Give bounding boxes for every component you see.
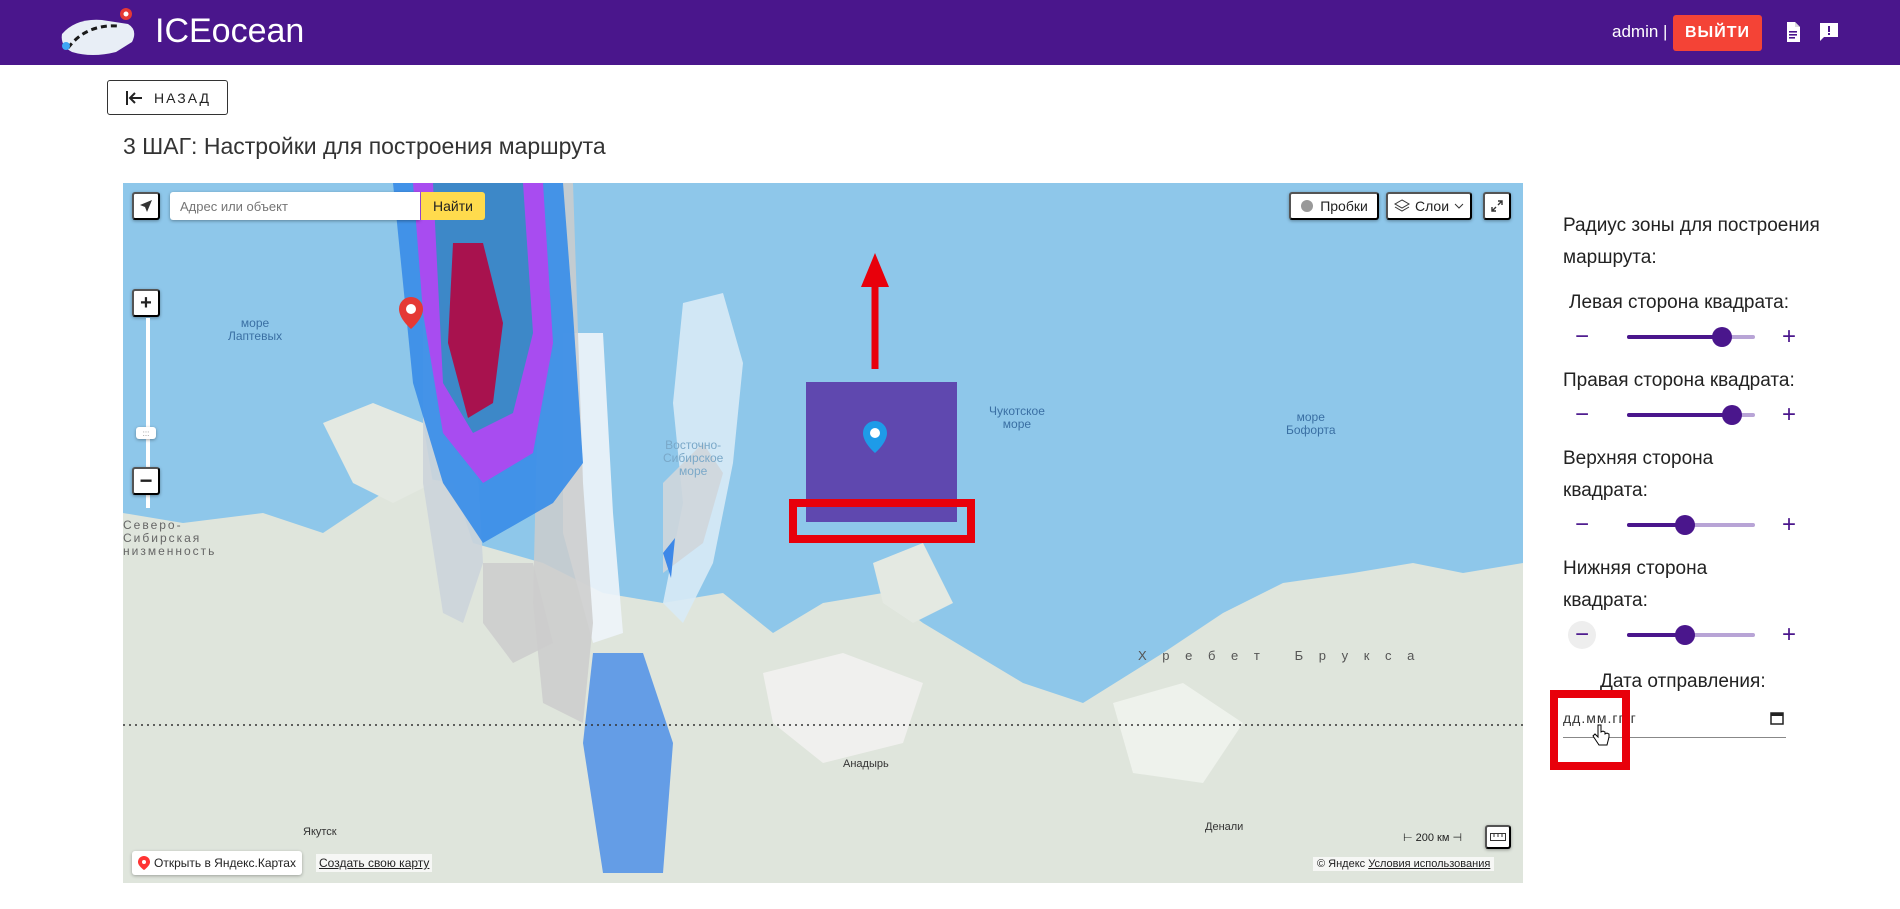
arrow-back-icon	[126, 90, 142, 105]
label-east-siberian-sea: Восточно- Сибирское море	[663, 438, 724, 478]
back-button[interactable]: НАЗАД	[107, 80, 228, 115]
slider-thumb[interactable]	[1721, 405, 1742, 425]
label-brooks-range: Х р е б е т Б р у к с а	[1138, 648, 1421, 663]
scale-label: 200 км	[1415, 832, 1450, 844]
page-title: 3 ШАГ: Настройки для построения маршрута	[123, 133, 606, 159]
document-icon[interactable]	[1781, 20, 1805, 44]
brand-title: ICEocean	[155, 12, 305, 50]
location-arrow-icon	[140, 200, 152, 212]
left-minus-button[interactable]: −	[1568, 323, 1596, 351]
map-search-input[interactable]	[170, 192, 420, 220]
map-scale: ⊢ 200 км ⊣	[1403, 832, 1463, 844]
label-chukchi-sea: Чукотское море	[989, 404, 1045, 431]
slider-label-right: Правая сторона квадрата:	[1563, 370, 1795, 391]
slider-right: − +	[1563, 397, 1873, 433]
left-plus-button[interactable]: +	[1775, 323, 1803, 351]
zoom-in-button[interactable]: +	[132, 289, 160, 317]
slider-label-bottom: Нижняя сторона квадрата:	[1563, 558, 1708, 611]
fullscreen-button[interactable]	[1483, 192, 1511, 220]
slider-thumb[interactable]	[1711, 327, 1732, 347]
logout-button[interactable]: ВЫЙТИ	[1673, 15, 1762, 51]
date-label: Дата отправления:	[1600, 671, 1766, 692]
label-north-siberian-lowland: Северо- Сибирская низменность	[123, 518, 217, 558]
route-settings-panel: Радиус зоны для построения маршрута: Лев…	[1563, 210, 1873, 738]
slider-label-left: Левая сторона квадрата:	[1569, 292, 1789, 313]
logo-icon[interactable]	[56, 4, 144, 62]
chevron-down-icon	[1454, 203, 1464, 209]
slider-left: − +	[1563, 319, 1873, 355]
label-anadyr: Анадырь	[843, 758, 889, 770]
slider-thumb[interactable]	[1674, 515, 1695, 535]
traffic-label: Пробки	[1320, 198, 1368, 214]
panel-title: Радиус зоны для построения маршрута:	[1563, 215, 1820, 268]
highlight-box	[789, 499, 975, 543]
label-denali: Денали	[1205, 821, 1244, 833]
create-map-link[interactable]: Создать свою карту	[316, 854, 433, 872]
back-label: НАЗАД	[154, 89, 212, 106]
slider-label-top: Верхняя сторона квадрата:	[1563, 448, 1714, 501]
top-minus-button[interactable]: −	[1568, 511, 1596, 539]
zoom-out-button[interactable]: −	[132, 467, 160, 495]
layers-icon	[1393, 199, 1410, 212]
bottom-plus-button[interactable]: +	[1775, 621, 1803, 649]
map-find-button[interactable]: Найти	[421, 192, 485, 220]
slider-thumb[interactable]	[1674, 625, 1695, 645]
label-beaufort-sea: море Бофорта	[1286, 410, 1336, 437]
bottom-minus-button[interactable]: −	[1568, 621, 1596, 649]
layers-label: Слои	[1414, 198, 1450, 214]
map-pin-icon	[138, 856, 150, 870]
highlight-box	[1550, 690, 1630, 770]
traffic-light-icon	[1301, 200, 1314, 212]
copyright-label: © Яндекс	[1317, 858, 1366, 870]
open-in-yandex-link[interactable]: Открыть в Яндекс.Картах	[132, 851, 302, 875]
locate-button[interactable]	[132, 192, 160, 220]
ruler-button[interactable]	[1485, 825, 1511, 849]
user-name: admin |	[1612, 22, 1668, 41]
slider-track[interactable]	[1627, 405, 1755, 425]
label-yakutsk: Якутск	[303, 826, 337, 838]
open-in-yandex-label: Открыть в Яндекс.Картах	[154, 856, 296, 870]
zoom-handle[interactable]: :::	[136, 427, 156, 439]
hand-cursor-icon	[1592, 724, 1610, 746]
layers-button[interactable]: Слои	[1386, 192, 1472, 220]
slider-bottom: − +	[1563, 617, 1873, 653]
top-plus-button[interactable]: +	[1775, 511, 1803, 539]
right-minus-button[interactable]: −	[1568, 401, 1596, 429]
slider-track[interactable]	[1627, 625, 1755, 645]
traffic-button[interactable]: Пробки	[1289, 192, 1379, 220]
ruler-icon	[1490, 833, 1506, 841]
right-plus-button[interactable]: +	[1775, 401, 1803, 429]
feedback-icon[interactable]	[1817, 20, 1841, 44]
terms-link[interactable]: Условия использования	[1368, 858, 1490, 870]
slider-top: − +	[1563, 507, 1873, 543]
slider-track[interactable]	[1627, 327, 1755, 347]
copyright: © Яндекс Условия использования	[1313, 857, 1495, 871]
expand-icon	[1491, 200, 1503, 212]
label-laptev-sea: море Лаптевых	[228, 316, 283, 343]
slider-track[interactable]	[1627, 515, 1755, 535]
top-bar: ICEocean admin | ВЫЙТИ	[0, 0, 1900, 65]
calendar-icon[interactable]	[1770, 711, 1784, 725]
